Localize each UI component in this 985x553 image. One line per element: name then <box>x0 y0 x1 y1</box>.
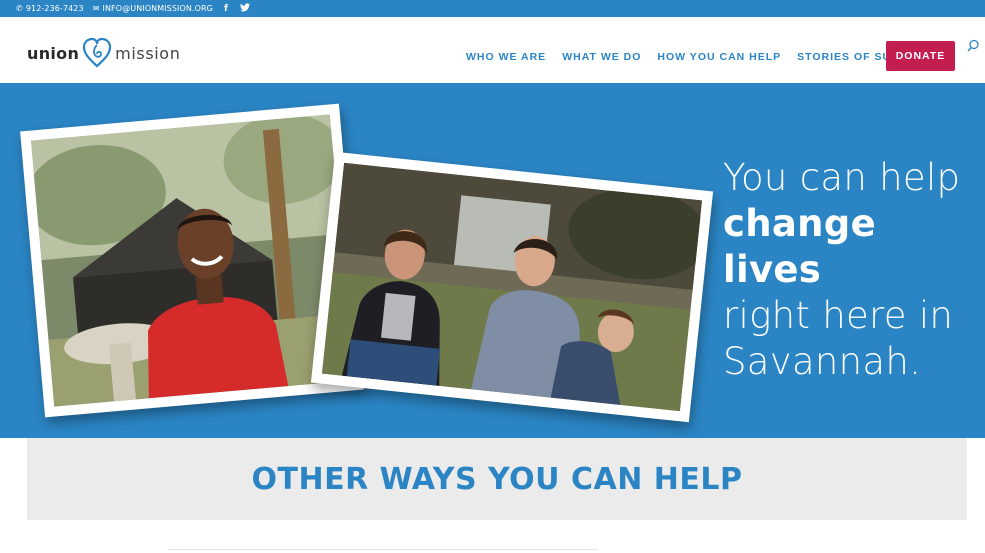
twitter-icon[interactable] <box>239 2 250 15</box>
nav-what-we-do[interactable]: WHAT WE DO <box>562 51 641 63</box>
site-logo[interactable]: union mission <box>27 36 180 70</box>
divider <box>168 549 598 550</box>
logo-word-mission: mission <box>115 43 181 63</box>
top-contact-bar: ✆ 912-236-7423 ✉ INFO@UNIONMISSION.ORG f <box>0 0 985 17</box>
main-nav: WHO WE ARE WHAT WE DO HOW YOU CAN HELP S… <box>466 51 948 63</box>
email-link[interactable]: ✉ INFO@UNIONMISSION.ORG <box>93 4 213 13</box>
site-header: union mission WHO WE ARE WHAT WE DO HOW … <box>0 17 985 83</box>
search-icon[interactable] <box>966 39 980 53</box>
email-address: INFO@UNIONMISSION.ORG <box>102 4 213 13</box>
other-ways-section: OTHER WAYS YOU CAN HELP <box>27 438 967 520</box>
nav-how-you-can-help[interactable]: HOW YOU CAN HELP <box>657 51 781 63</box>
donate-button[interactable]: DONATE <box>886 41 955 71</box>
hero-banner: You can help change lives right here in … <box>0 83 985 438</box>
hero-line-3: right here in <box>723 294 954 337</box>
hero-headline: You can help change lives right here in … <box>723 155 985 385</box>
logo-word-union: union <box>27 43 80 63</box>
phone-icon: ✆ <box>16 4 23 13</box>
hero-line-1: You can help <box>723 156 961 199</box>
hero-photo-family <box>310 151 714 423</box>
hero-line-2: change lives <box>723 202 876 291</box>
heart-logo-icon <box>83 37 112 68</box>
nav-who-we-are[interactable]: WHO WE ARE <box>466 51 546 63</box>
hero-line-4: Savannah. <box>723 340 922 383</box>
section-title: OTHER WAYS YOU CAN HELP <box>251 461 743 497</box>
facebook-icon[interactable]: f <box>224 4 228 14</box>
phone-number: 912-236-7423 <box>25 4 84 13</box>
mail-icon: ✉ <box>92 4 100 13</box>
phone-link[interactable]: ✆ 912-236-7423 <box>16 4 84 13</box>
